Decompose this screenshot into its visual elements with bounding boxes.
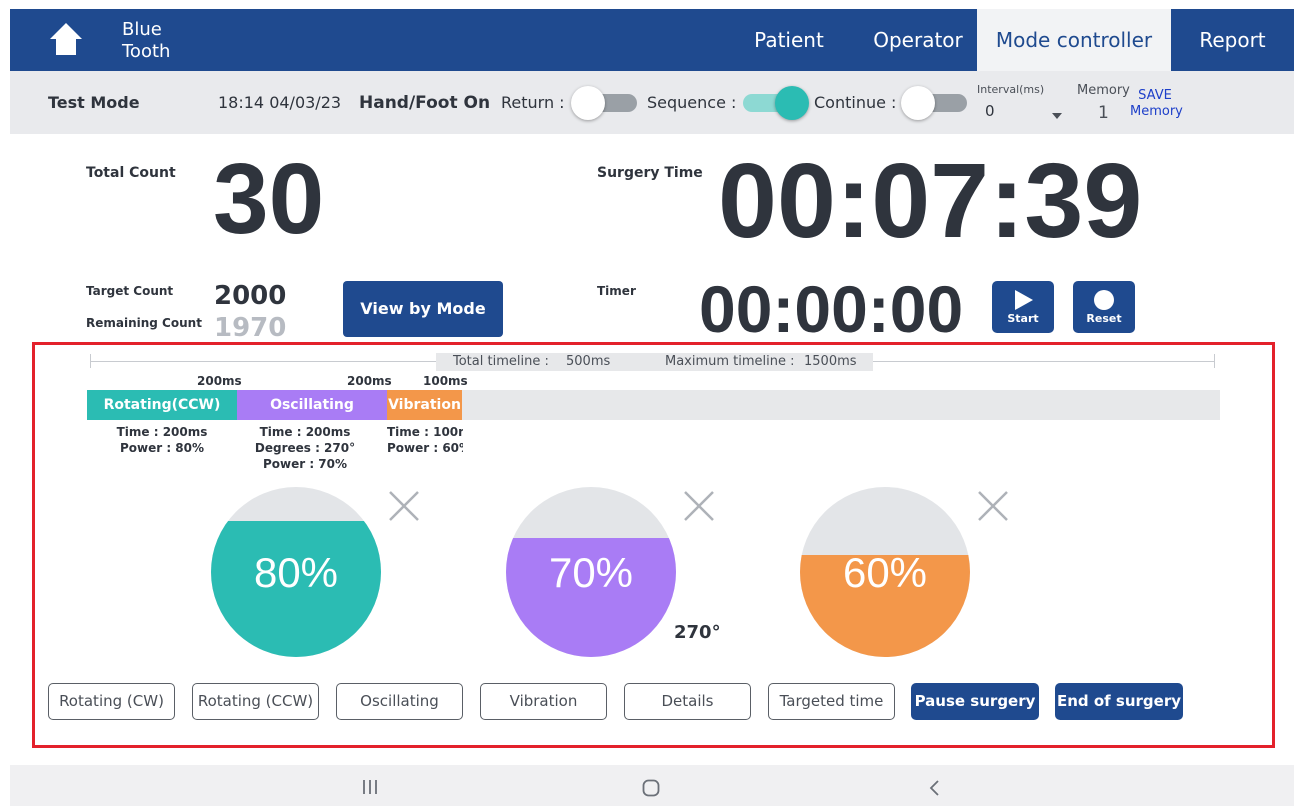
play-icon [992, 281, 1054, 314]
target-count-value: 2000 [214, 281, 287, 311]
segment-detail: Time : 200ms Degrees : 270° Power : 70% [247, 424, 363, 472]
surgery-time-label: Surgery Time [597, 165, 703, 181]
segment-detail: Time : 200ms Power : 80% [107, 424, 217, 456]
vibration-button[interactable]: Vibration [480, 683, 607, 720]
mode-label: Test Mode [48, 93, 140, 112]
continue-label: Continue : [814, 93, 897, 112]
power-gauge-oscillating: 70% [505, 486, 677, 662]
return-label: Return : [501, 93, 565, 112]
view-by-mode-button[interactable]: View by Mode [343, 281, 503, 337]
segment-vibration[interactable]: Vibration [387, 390, 462, 420]
home-nav-icon[interactable] [642, 779, 660, 801]
max-timeline-label: Maximum timeline : [665, 354, 795, 369]
segment-detail-line: Time : 200ms [259, 425, 351, 439]
segment-duration: 200ms [197, 374, 242, 388]
close-icon[interactable] [976, 489, 1010, 523]
rotating-cw-button[interactable]: Rotating (CW) [48, 683, 175, 720]
brand-name: Blue Tooth [122, 19, 171, 62]
timer-value: 00:00:00 [699, 272, 964, 346]
segment-detail-line: Time : 200ms [116, 425, 208, 439]
segment-oscillating[interactable]: Oscillating [237, 390, 387, 420]
details-button[interactable]: Details [624, 683, 751, 720]
targeted-time-button[interactable]: Targeted time [768, 683, 895, 720]
reset-label: Reset [1086, 312, 1122, 325]
oscillating-button[interactable]: Oscillating [336, 683, 463, 720]
tab-report[interactable]: Report [1171, 9, 1294, 71]
gauge-value-label: 80% [254, 549, 338, 596]
power-gauge-vibration: 60% [799, 486, 971, 662]
total-count-label: Total Count [86, 165, 176, 181]
total-timeline-value: 500ms [566, 354, 611, 369]
back-icon[interactable] [928, 779, 940, 801]
interval-label: Interval(ms) [977, 83, 1045, 96]
memory-value: 1 [1098, 103, 1109, 123]
return-toggle[interactable] [571, 85, 637, 120]
home-icon[interactable] [48, 21, 84, 57]
start-button[interactable]: Start [992, 281, 1054, 333]
timeline-start-tick [90, 354, 91, 368]
segment-detail-line: Power : 80% [119, 441, 205, 455]
recent-apps-icon[interactable] [361, 779, 379, 799]
status-bar: Test Mode 18:14 04/03/23 Hand/Foot On Re… [10, 71, 1294, 134]
segment-detail-line: Power : 60% [387, 441, 463, 455]
tab-operator[interactable]: Operator [860, 9, 976, 71]
save-memory-link[interactable]: SAVE Memory [1130, 88, 1183, 120]
close-icon[interactable] [387, 489, 421, 523]
app-root: Blue Tooth Patient Operator Mode control… [0, 0, 1294, 806]
gauge-svg: 80% [211, 487, 381, 657]
rotating-ccw-button[interactable]: Rotating (CCW) [192, 683, 319, 720]
interval-select[interactable]: 0 [985, 101, 1063, 123]
timeline-info: Total timeline : 500ms Maximum timeline … [436, 353, 873, 371]
segment-detail-line: Time : 100ms [387, 425, 463, 439]
top-nav-bar: Blue Tooth Patient Operator Mode control… [10, 9, 1294, 71]
continue-toggle[interactable] [901, 85, 967, 120]
oscillation-degrees: 270° [674, 622, 721, 643]
save-link-line2: Memory [1130, 104, 1183, 119]
tab-patient[interactable]: Patient [736, 9, 842, 71]
power-gauge-rotating: 80% [210, 486, 382, 662]
gauge-svg: 60% [800, 487, 970, 657]
gauge-svg: 70% [506, 487, 676, 657]
reset-icon [1073, 281, 1135, 314]
close-icon[interactable] [682, 489, 716, 523]
surgery-time-value: 00:07:39 [718, 142, 1143, 260]
segment-duration: 100ms [423, 374, 468, 388]
timer-label: Timer [597, 284, 636, 298]
sequence-toggle[interactable] [743, 85, 809, 120]
start-label: Start [1007, 312, 1039, 325]
timeline-end-tick [1214, 354, 1215, 368]
memory-label: Memory [1077, 83, 1130, 98]
remaining-count-label: Remaining Count [86, 316, 202, 330]
system-nav-bar [10, 765, 1294, 806]
reset-button[interactable]: Reset [1073, 281, 1135, 333]
segment-rotating-ccw[interactable]: Rotating(CCW) [87, 390, 237, 420]
chevron-down-icon [1051, 105, 1063, 124]
hand-foot-status: Hand/Foot On [359, 93, 491, 113]
remaining-count-value: 1970 [214, 313, 287, 343]
total-count-value: 30 [213, 143, 325, 255]
max-timeline-value: 1500ms [804, 354, 857, 369]
datetime: 18:14 04/03/23 [218, 93, 342, 112]
segment-detail: Time : 100ms Power : 60% [385, 424, 463, 456]
pause-surgery-button[interactable]: Pause surgery [911, 683, 1039, 720]
segment-detail-line: Power : 70% [262, 457, 348, 471]
interval-value: 0 [985, 102, 995, 120]
tab-mode-controller[interactable]: Mode controller [977, 9, 1171, 71]
sequence-label: Sequence : [647, 93, 737, 112]
target-count-label: Target Count [86, 284, 174, 298]
segment-duration: 200ms [347, 374, 392, 388]
gauge-value-label: 70% [549, 549, 633, 596]
segment-detail-line: Degrees : 270° [254, 441, 356, 455]
total-timeline-label: Total timeline : [453, 354, 549, 369]
gauge-value-label: 60% [843, 549, 927, 596]
end-surgery-button[interactable]: End of surgery [1055, 683, 1183, 720]
save-link-line1: SAVE [1138, 88, 1172, 103]
